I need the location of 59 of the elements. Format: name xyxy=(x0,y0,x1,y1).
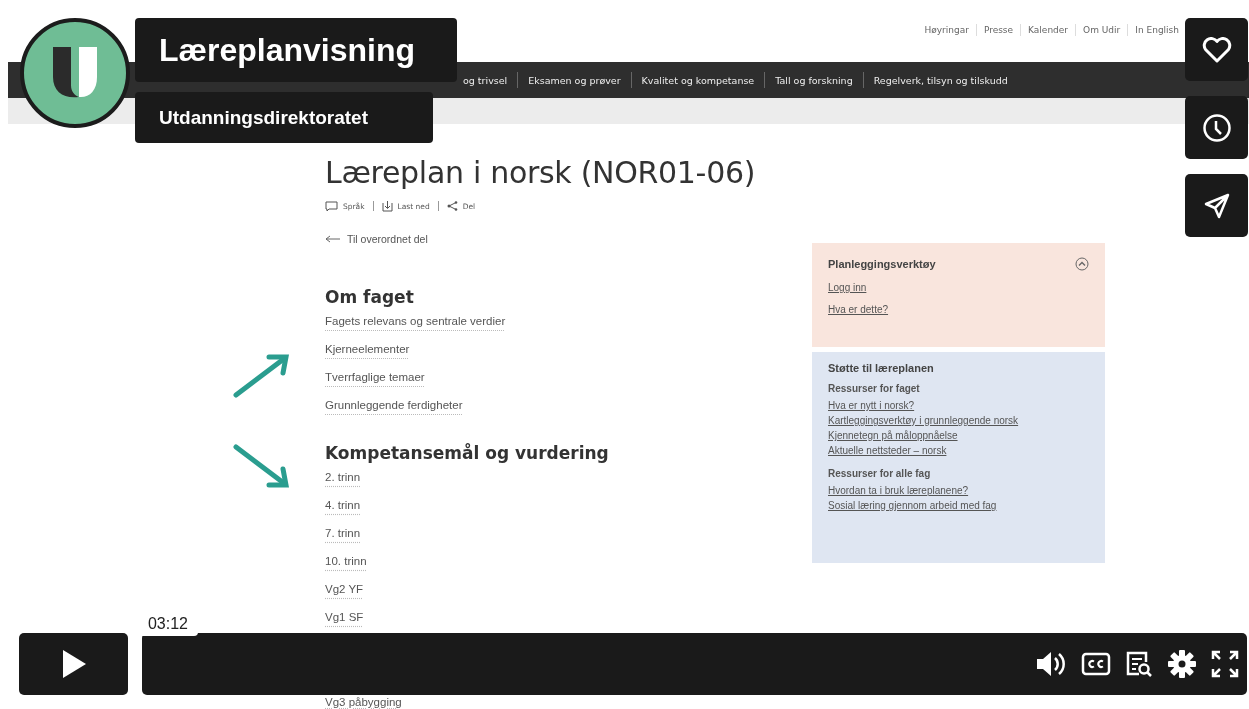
play-icon xyxy=(60,649,87,679)
arrow-icon xyxy=(233,444,291,490)
collapse-button[interactable] xyxy=(1075,257,1089,271)
settings-icon[interactable] xyxy=(1167,649,1197,679)
content-link[interactable]: Vg1 SF xyxy=(325,606,364,634)
share-button[interactable] xyxy=(1185,174,1248,237)
paper-plane-icon xyxy=(1202,191,1231,220)
like-button[interactable] xyxy=(1185,18,1248,81)
content-link[interactable]: 10. trinn xyxy=(325,550,367,578)
content-link[interactable]: 7. trinn xyxy=(325,522,361,550)
top-link[interactable]: Presse xyxy=(983,25,1014,35)
arrow-icon xyxy=(233,352,291,398)
nav-link[interactable]: Tall og forskning xyxy=(775,74,853,86)
resource-link[interactable]: Kartleggingsverktøy i grunnleggende norsk xyxy=(828,413,1019,428)
top-link[interactable]: Høyringar xyxy=(924,25,969,35)
resource-link[interactable]: Hva er nytt i norsk? xyxy=(828,398,915,413)
speech-bubble-icon xyxy=(325,201,338,211)
panel-link[interactable]: Logg inn xyxy=(828,277,867,299)
play-button[interactable] xyxy=(19,633,128,695)
transcript-icon[interactable] xyxy=(1125,650,1153,678)
resource-link[interactable]: Kjennetegn på måloppnåelse xyxy=(828,428,958,443)
content-link[interactable]: Tverrfaglige temaer xyxy=(325,366,425,394)
fullscreen-icon[interactable] xyxy=(1211,650,1239,678)
resource-link[interactable]: Hvordan ta i bruk læreplanene? xyxy=(828,483,969,498)
heart-icon xyxy=(1201,36,1232,63)
back-link[interactable]: Til overordnet del xyxy=(325,233,428,245)
content-link[interactable]: Fagets relevans og sentrale verdier xyxy=(325,310,506,338)
watch-later-button[interactable] xyxy=(1185,96,1248,159)
captions-icon[interactable] xyxy=(1081,652,1111,676)
group-heading: Ressurser for alle fag xyxy=(828,468,931,479)
top-link[interactable]: Om Udir xyxy=(1083,25,1121,35)
video-byline[interactable]: Utdanningsdirektoratet xyxy=(135,92,433,143)
panel-link[interactable]: Hva er dette? xyxy=(828,299,889,321)
content-link[interactable]: 4. trinn xyxy=(325,494,361,522)
page-title: Læreplan i norsk (NOR01-06) xyxy=(325,154,756,192)
share-icon xyxy=(446,201,458,211)
panel-title: Planleggingsverktøy xyxy=(828,258,936,270)
content-link[interactable]: Vg3 påbygging xyxy=(325,696,402,709)
section-heading: Om faget xyxy=(325,286,414,308)
content-link[interactable]: Grunnleggende ferdigheter xyxy=(325,394,463,422)
video-title[interactable]: Læreplanvisning xyxy=(135,18,457,82)
group-heading: Ressurser for faget xyxy=(828,383,920,394)
section-heading: Kompetansemål og vurdering xyxy=(325,442,609,464)
content-link[interactable]: 2. trinn xyxy=(325,466,361,494)
resource-link[interactable]: Aktuelle nettsteder – norsk xyxy=(828,443,947,458)
top-link[interactable]: Kalender xyxy=(1028,25,1069,35)
back-arrow-icon xyxy=(325,235,341,243)
content-link[interactable]: Kjerneelementer xyxy=(325,338,410,366)
download-icon xyxy=(381,200,393,212)
nav-link[interactable]: Regelverk, tilsyn og tilskudd xyxy=(873,74,1008,86)
resource-link[interactable]: Sosial læring gjennom arbeid med fag xyxy=(828,498,997,513)
top-link[interactable]: In English xyxy=(1135,25,1179,35)
content-link[interactable]: Vg2 YF xyxy=(325,578,364,606)
nav-link[interactable]: Eksamen og prøver xyxy=(528,74,621,86)
nav-link[interactable]: Kvalitet og kompetanse xyxy=(641,74,755,86)
volume-icon[interactable] xyxy=(1035,649,1067,679)
clock-icon xyxy=(1201,112,1232,143)
nav-link[interactable]: og trivsel xyxy=(463,74,508,86)
panel-title: Støtte til læreplanen xyxy=(828,362,934,374)
